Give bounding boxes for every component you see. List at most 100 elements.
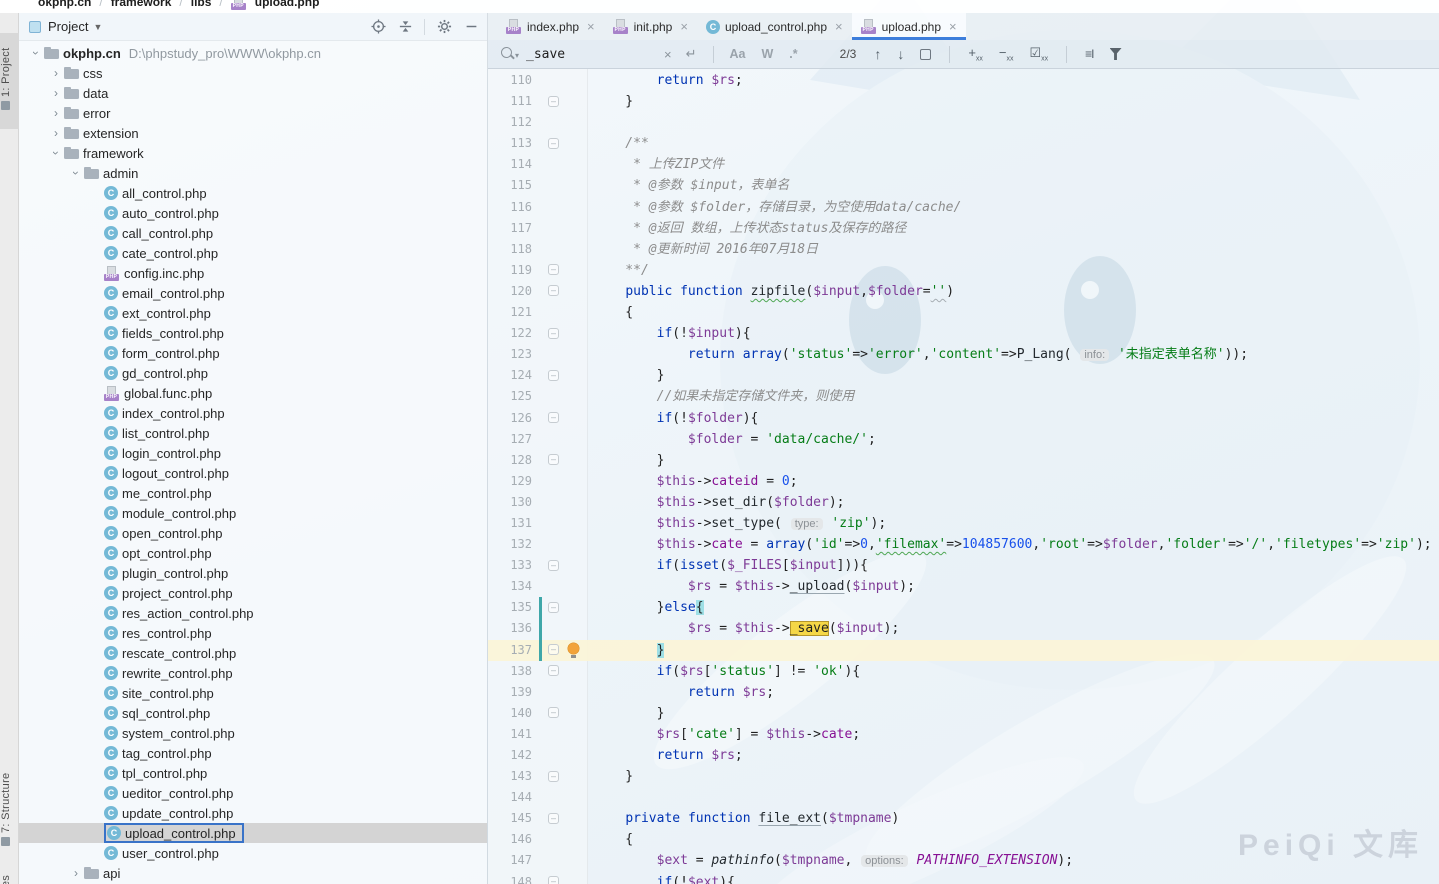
tree-row-framework[interactable]: ›framework — [19, 143, 487, 163]
tree-row-res_action_control.php[interactable]: ›Cres_action_control.php — [19, 603, 487, 623]
tree-row-sql_control.php[interactable]: ›Csql_control.php — [19, 703, 487, 723]
tree-row-call_control.php[interactable]: ›Ccall_control.php — [19, 223, 487, 243]
tree-row-user_control.php[interactable]: ›Cuser_control.php — [19, 843, 487, 863]
tree-row-ueditor_control.php[interactable]: ›Cueditor_control.php — [19, 783, 487, 803]
tree-row-upload_control.php[interactable]: ›Cupload_control.php — [19, 823, 487, 843]
breadcrumb-item[interactable]: okphp.cn — [38, 0, 91, 12]
fold-marker-icon[interactable]: – — [548, 138, 559, 149]
toolwindow-bar-project[interactable]: 1: Project — [0, 33, 19, 129]
tree-row-list_control.php[interactable]: ›Clist_control.php — [19, 423, 487, 443]
fold-marker-icon[interactable]: – — [548, 813, 559, 824]
fold-marker-icon[interactable]: – — [548, 454, 559, 465]
tab-close-icon[interactable]: × — [835, 19, 843, 34]
tree-row-ext_control.php[interactable]: ›Cext_control.php — [19, 303, 487, 323]
tree-row-config.inc.php[interactable]: ›PHPconfig.inc.php — [19, 263, 487, 283]
tree-row-admin[interactable]: ›admin — [19, 163, 487, 183]
tree-row-system_control.php[interactable]: ›Csystem_control.php — [19, 723, 487, 743]
editor-tab-upload.php[interactable]: PHPupload.php× — [852, 13, 966, 40]
tree-row-global.func.php[interactable]: ›PHPglobal.func.php — [19, 383, 487, 403]
fold-marker-icon[interactable]: – — [548, 665, 559, 676]
tree-row-all_control.php[interactable]: ›Call_control.php — [19, 183, 487, 203]
fold-marker-icon[interactable]: – — [548, 96, 559, 107]
tree-row-rescate_control.php[interactable]: ›Crescate_control.php — [19, 643, 487, 663]
tree-row-login_control.php[interactable]: ›Clogin_control.php — [19, 443, 487, 463]
breadcrumb-item[interactable]: framework — [111, 0, 172, 12]
tree-row-extension[interactable]: ›extension — [19, 123, 487, 143]
tree-row-res_control.php[interactable]: ›Cres_control.php — [19, 623, 487, 643]
chevron-right-icon[interactable]: › — [48, 126, 64, 140]
breadcrumb-item[interactable]: libs — [191, 0, 212, 12]
fold-marker-icon[interactable]: – — [548, 412, 559, 423]
chevron-down-icon[interactable]: ▼ — [93, 22, 102, 32]
collapse-all-icon[interactable] — [397, 19, 413, 35]
tree-row-css[interactable]: ›css — [19, 63, 487, 83]
fold-marker-icon[interactable]: – — [548, 771, 559, 782]
tree-row-opt_control.php[interactable]: ›Copt_control.php — [19, 543, 487, 563]
editor-tab-init.php[interactable]: PHPinit.php× — [604, 13, 697, 40]
next-match-icon[interactable]: ↓ — [897, 46, 904, 62]
newline-icon[interactable]: ↵ — [686, 46, 697, 62]
fold-marker-icon[interactable]: – — [548, 328, 559, 339]
fold-marker-icon[interactable]: – — [548, 876, 559, 884]
tree-row-auto_control.php[interactable]: ›Cauto_control.php — [19, 203, 487, 223]
remove-occurrence-icon[interactable]: −xx — [999, 45, 1014, 63]
fold-marker-icon[interactable]: – — [548, 602, 559, 613]
tree-row-email_control.php[interactable]: ›Cemail_control.php — [19, 283, 487, 303]
tab-close-icon[interactable]: × — [680, 19, 688, 34]
editor-tab-index.php[interactable]: PHPindex.php× — [497, 13, 604, 40]
tree-row-cate_control.php[interactable]: ›Ccate_control.php — [19, 243, 487, 263]
fold-marker-icon[interactable]: – — [548, 370, 559, 381]
tree-row-module_control.php[interactable]: ›Cmodule_control.php — [19, 503, 487, 523]
tree-row-logout_control.php[interactable]: ›Clogout_control.php — [19, 463, 487, 483]
tree-row-error[interactable]: ›error — [19, 103, 487, 123]
editor-tab-upload_control.php[interactable]: Cupload_control.php× — [697, 13, 852, 40]
breadcrumb-item[interactable]: upload.php — [255, 0, 320, 12]
tree-row-form_control.php[interactable]: ›Cform_control.php — [19, 343, 487, 363]
tree-row-tpl_control.php[interactable]: ›Ctpl_control.php — [19, 763, 487, 783]
chevron-down-icon[interactable]: › — [69, 165, 83, 181]
fold-marker-icon[interactable]: – — [548, 285, 559, 296]
tab-close-icon[interactable]: × — [587, 19, 595, 34]
hide-panel-icon[interactable] — [463, 19, 479, 35]
tree-row-gd_control.php[interactable]: ›Cgd_control.php — [19, 363, 487, 383]
tree-row-index_control.php[interactable]: ›Cindex_control.php — [19, 403, 487, 423]
chevron-right-icon[interactable]: › — [68, 866, 84, 880]
filter-icon[interactable] — [1110, 48, 1122, 60]
fold-marker-icon[interactable]: – — [548, 560, 559, 571]
chevron-right-icon[interactable]: › — [48, 106, 64, 120]
tree-row-project_control.php[interactable]: ›Cproject_control.php — [19, 583, 487, 603]
chevron-right-icon[interactable]: › — [48, 66, 64, 80]
clear-search-icon[interactable]: × — [664, 47, 672, 62]
toggle-words[interactable]: W — [761, 47, 773, 61]
locate-file-icon[interactable] — [370, 19, 386, 35]
fold-marker-icon[interactable]: – — [548, 707, 559, 718]
toggle-match-case[interactable]: Aa — [730, 47, 746, 61]
chevron-right-icon[interactable]: › — [48, 86, 64, 100]
intention-bulb-icon[interactable] — [568, 643, 579, 654]
code-editor[interactable]: 110 return $rs;111– }112113– /**114 * 上传… — [488, 69, 1439, 884]
project-tree[interactable]: ›okphp.cnD:\phpstudy_pro\WWW\okphp.cn›cs… — [19, 43, 487, 884]
search-options-icon[interactable]: ≡I — [1085, 47, 1093, 61]
tree-row-api[interactable]: ›api — [19, 863, 487, 883]
toolwindow-bar-favorites[interactable]: 2: Favorites — [0, 865, 19, 884]
toolwindow-bar-structure[interactable]: 7: Structure — [0, 761, 19, 861]
tree-row-tag_control.php[interactable]: ›Ctag_control.php — [19, 743, 487, 763]
fold-marker-icon[interactable]: – — [548, 644, 559, 655]
tree-row-fields_control.php[interactable]: ›Cfields_control.php — [19, 323, 487, 343]
tree-row-update_control.php[interactable]: ›Cupdate_control.php — [19, 803, 487, 823]
search-icon[interactable]: ▾ — [500, 46, 518, 62]
tab-close-icon[interactable]: × — [949, 19, 957, 34]
settings-gear-icon[interactable] — [436, 19, 452, 35]
previous-match-icon[interactable]: ↑ — [874, 46, 881, 62]
tree-row-data[interactable]: ›data — [19, 83, 487, 103]
tree-row-rewrite_control.php[interactable]: ›Crewrite_control.php — [19, 663, 487, 683]
add-occurrence-icon[interactable]: +xx — [968, 45, 983, 63]
tree-row-site_control.php[interactable]: ›Csite_control.php — [19, 683, 487, 703]
tree-row-me_control.php[interactable]: ›Cme_control.php — [19, 483, 487, 503]
tree-row-open_control.php[interactable]: ›Copen_control.php — [19, 523, 487, 543]
tree-row-plugin_control.php[interactable]: ›Cplugin_control.php — [19, 563, 487, 583]
search-input[interactable]: _save — [526, 47, 664, 62]
tree-row-okphp.cn[interactable]: ›okphp.cnD:\phpstudy_pro\WWW\okphp.cn — [19, 43, 487, 63]
select-all-occurrences-icon[interactable]: ☑xx — [1030, 45, 1049, 63]
chevron-down-icon[interactable]: › — [49, 145, 63, 161]
